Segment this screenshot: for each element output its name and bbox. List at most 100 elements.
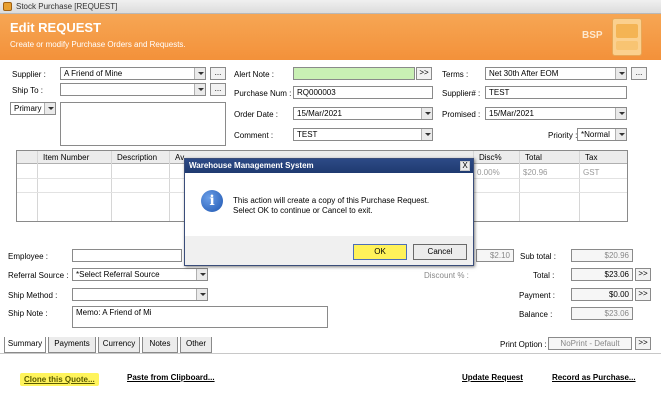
app-icon (3, 2, 12, 11)
dialog-message: This action will create a copy of this P… (233, 196, 429, 216)
tab-notes[interactable]: Notes (142, 337, 178, 353)
ok-button[interactable]: OK (353, 244, 407, 260)
chevron-down-icon[interactable] (194, 68, 205, 79)
balance-value: $23.06 (571, 307, 633, 320)
comment-label: Comment : (234, 131, 274, 140)
referral-source-select[interactable]: *Select Referral Source (72, 268, 208, 281)
employee-input[interactable] (72, 249, 182, 262)
grid-separator (37, 151, 38, 221)
chevron-down-icon[interactable] (421, 129, 432, 140)
chevron-down-icon[interactable] (615, 68, 626, 79)
alert-note-expand-button[interactable]: >> (416, 67, 432, 80)
subtotal-value: $20.96 (571, 249, 633, 262)
ship-to-select[interactable] (60, 83, 206, 96)
record-purchase-link[interactable]: Record as Purchase... (552, 373, 636, 382)
page-header: Edit REQUEST Create or modify Purchase O… (0, 14, 661, 60)
confirm-dialog: Warehouse Management System X i This act… (184, 158, 474, 266)
grid-separator (579, 151, 580, 221)
comment-select[interactable]: TEST (293, 128, 433, 141)
ship-method-select[interactable] (72, 288, 208, 301)
row-total-cell[interactable]: $20.96 (523, 168, 547, 177)
ship-to-label: Ship To : (12, 86, 43, 95)
dialog-body: i This action will create a copy of this… (185, 173, 473, 236)
chevron-down-icon[interactable] (421, 108, 432, 119)
column-available[interactable]: Av (175, 153, 184, 162)
supplier-no-label: Supplier# : (442, 89, 481, 98)
total-value: $23.06 (571, 268, 633, 281)
freight-input[interactable]: $2.10 (476, 249, 514, 262)
order-date-picker[interactable]: 15/Mar/2021 (293, 107, 433, 120)
chevron-down-icon[interactable] (196, 269, 207, 280)
comment-value: TEST (297, 130, 318, 139)
chevron-down-icon[interactable] (615, 129, 626, 140)
terms-label: Terms : (442, 70, 469, 79)
payment-expand-button[interactable]: >> (635, 288, 651, 301)
row-disc-cell[interactable]: 0.00% (477, 168, 500, 177)
grid-separator (169, 151, 170, 221)
purchase-num-label: Purchase Num : (234, 89, 292, 98)
order-date-label: Order Date : (234, 110, 279, 119)
dialog-title: Warehouse Management System (185, 159, 473, 173)
print-option-select[interactable]: NoPrint - Default (548, 337, 632, 350)
print-option-expand-button[interactable]: >> (635, 337, 651, 350)
column-item-number[interactable]: Item Number (43, 153, 89, 162)
update-request-link[interactable]: Update Request (462, 373, 523, 382)
ship-to-address[interactable] (60, 102, 226, 146)
subtotal-label: Sub total : (520, 252, 557, 261)
chevron-down-icon[interactable] (615, 108, 626, 119)
supplier-no-input[interactable]: TEST (485, 86, 627, 99)
supplier-label: Supplier : (12, 70, 46, 79)
purchase-num-input[interactable]: RQ000003 (293, 86, 433, 99)
grid-separator (519, 151, 520, 221)
chevron-down-icon[interactable] (194, 84, 205, 95)
document-icon (612, 18, 642, 56)
priority-select[interactable]: *Normal (577, 128, 627, 141)
clone-quote-link[interactable]: Clone this Quote... (20, 373, 99, 386)
tab-summary[interactable]: Summary (4, 337, 46, 353)
tab-other[interactable]: Other (180, 337, 212, 353)
payment-value: $0.00 (571, 288, 633, 301)
supplier-value: A Friend of Mine (64, 69, 123, 78)
priority-label: Priority : (548, 131, 578, 140)
alert-note-label: Alert Note : (234, 70, 275, 79)
column-total[interactable]: Total (525, 153, 542, 162)
page-title: Edit REQUEST (10, 20, 102, 35)
cancel-button[interactable]: Cancel (413, 244, 467, 260)
brand-logo: BSP (582, 30, 603, 41)
supplier-select[interactable]: A Friend of Mine (60, 67, 206, 80)
column-tax[interactable]: Tax (585, 153, 597, 162)
tab-currency[interactable]: Currency (98, 337, 140, 353)
column-description[interactable]: Description (117, 153, 157, 162)
tab-payments[interactable]: Payments (48, 337, 96, 353)
window-title: Stock Purchase [REQUEST] (16, 2, 118, 11)
order-date-value: 15/Mar/2021 (297, 109, 342, 118)
employee-label: Employee : (8, 252, 49, 261)
row-tax-cell[interactable]: GST (583, 168, 599, 177)
alert-note-input[interactable] (293, 67, 415, 80)
ship-note-input[interactable]: Memo: A Friend of Mi (72, 306, 328, 328)
print-option-label: Print Option : (500, 340, 547, 349)
paste-clipboard-link[interactable]: Paste from Clipboard... (127, 373, 215, 382)
terms-select[interactable]: Net 30th After EOM (485, 67, 627, 80)
chevron-down-icon[interactable] (196, 289, 207, 300)
ship-to-browse-button[interactable]: ... (210, 83, 226, 96)
ship-method-label: Ship Method : (8, 291, 58, 300)
ship-note-label: Ship Note : (8, 309, 48, 318)
priority-value: *Normal (581, 130, 610, 139)
balance-label: Balance : (519, 310, 553, 319)
total-expand-button[interactable]: >> (635, 268, 651, 281)
dialog-message-line1: This action will create a copy of this P… (233, 196, 430, 205)
close-icon[interactable]: X (460, 161, 470, 171)
ship-to-type-value: Primary (14, 104, 42, 113)
footer-divider (0, 353, 661, 354)
chevron-down-icon[interactable] (44, 103, 55, 114)
ship-to-type-select[interactable]: Primary (10, 102, 56, 115)
discount-label: Discount % : (424, 271, 469, 280)
dialog-message-line2: Select OK to continue or Cancel to exit. (233, 206, 373, 215)
terms-browse-button[interactable]: ... (631, 67, 647, 80)
terms-value: Net 30th After EOM (489, 69, 559, 78)
grid-separator (111, 151, 112, 221)
supplier-browse-button[interactable]: ... (210, 67, 226, 80)
promised-date-picker[interactable]: 15/Mar/2021 (485, 107, 627, 120)
column-disc[interactable]: Disc% (479, 153, 502, 162)
